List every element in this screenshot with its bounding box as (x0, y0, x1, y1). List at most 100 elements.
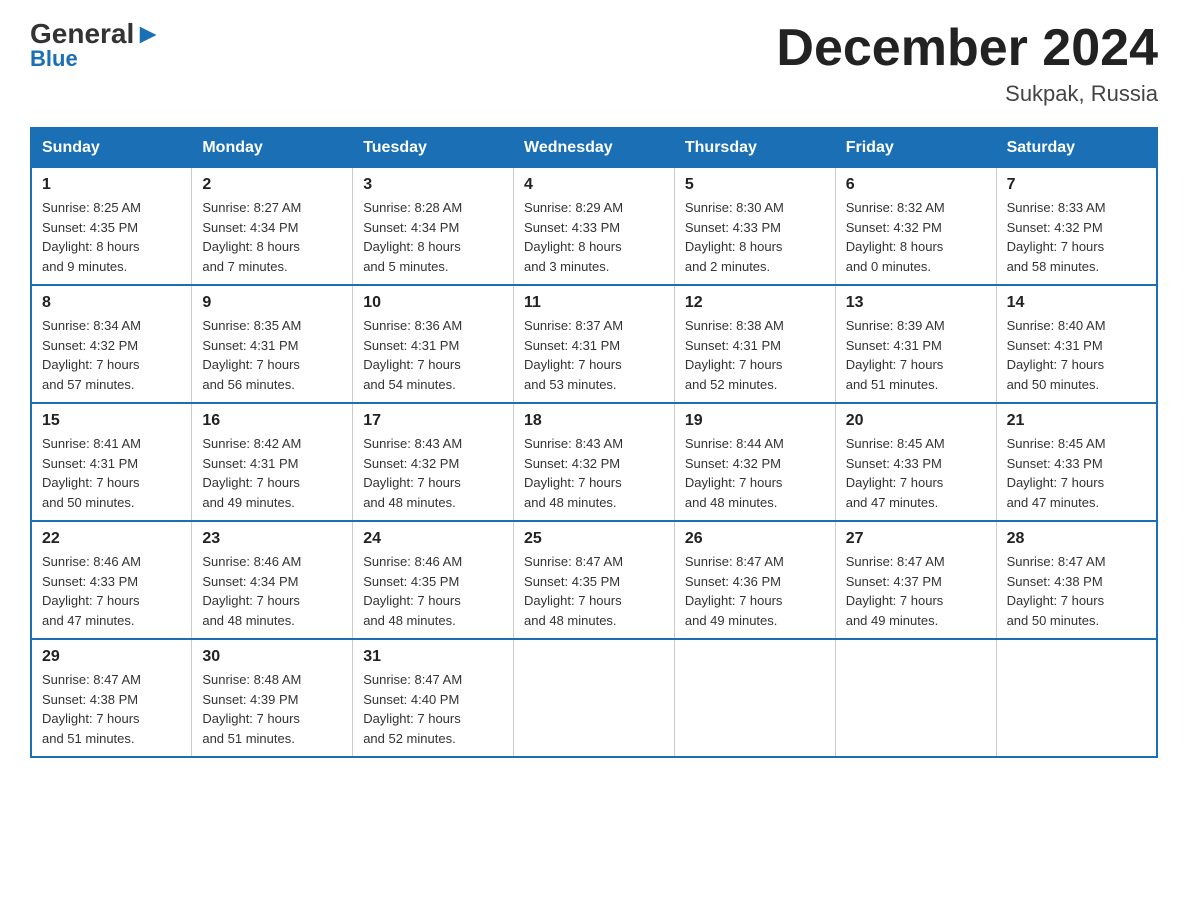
calendar-cell: 5 Sunrise: 8:30 AMSunset: 4:33 PMDaylight… (674, 168, 835, 286)
day-number: 22 (42, 530, 181, 548)
day-number: 7 (1007, 176, 1146, 194)
day-number: 3 (363, 176, 503, 194)
calendar-header-row: SundayMondayTuesdayWednesdayThursdayFrid… (31, 128, 1157, 168)
day-info: Sunrise: 8:45 AMSunset: 4:33 PMDaylight:… (1007, 434, 1146, 512)
day-number: 1 (42, 176, 181, 194)
day-info: Sunrise: 8:33 AMSunset: 4:32 PMDaylight:… (1007, 198, 1146, 276)
day-number: 18 (524, 412, 664, 430)
day-number: 6 (846, 176, 986, 194)
calendar-cell: 28 Sunrise: 8:47 AMSunset: 4:38 PMDayligh… (996, 521, 1157, 639)
logo-blue-text: Blue (30, 46, 78, 72)
day-number: 28 (1007, 530, 1146, 548)
day-info: Sunrise: 8:47 AMSunset: 4:36 PMDaylight:… (685, 552, 825, 630)
calendar-cell: 15Sunrise: 8:41 AMSunset: 4:31 PMDayligh… (31, 403, 192, 521)
calendar-cell: 29 Sunrise: 8:47 AMSunset: 4:38 PMDayligh… (31, 639, 192, 757)
title-area: December 2024 Sukpak, Russia (776, 20, 1158, 107)
day-number: 11 (524, 294, 664, 312)
calendar-cell: 13 Sunrise: 8:39 AMSunset: 4:31 PMDayligh… (835, 285, 996, 403)
calendar-cell (514, 639, 675, 757)
day-info: Sunrise: 8:29 AMSunset: 4:33 PMDaylight:… (524, 198, 664, 276)
day-info: Sunrise: 8:32 AMSunset: 4:32 PMDaylight:… (846, 198, 986, 276)
calendar-week-row: 1 Sunrise: 8:25 AMSunset: 4:35 PMDaylight… (31, 168, 1157, 286)
day-number: 20 (846, 412, 986, 430)
day-number: 14 (1007, 294, 1146, 312)
calendar-cell: 20 Sunrise: 8:45 AMSunset: 4:33 PMDayligh… (835, 403, 996, 521)
calendar-cell: 21 Sunrise: 8:45 AMSunset: 4:33 PMDayligh… (996, 403, 1157, 521)
calendar-cell (996, 639, 1157, 757)
logo: General► Blue (30, 20, 162, 72)
calendar-week-row: 22 Sunrise: 8:46 AMSunset: 4:33 PMDayligh… (31, 521, 1157, 639)
month-title: December 2024 (776, 20, 1158, 77)
calendar-cell: 18 Sunrise: 8:43 AMSunset: 4:32 PMDayligh… (514, 403, 675, 521)
location: Sukpak, Russia (776, 81, 1158, 107)
day-info: Sunrise: 8:34 AMSunset: 4:32 PMDaylight:… (42, 316, 181, 394)
day-number: 25 (524, 530, 664, 548)
day-number: 17 (363, 412, 503, 430)
day-info: Sunrise: 8:42 AMSunset: 4:31 PMDaylight:… (202, 434, 342, 512)
day-number: 16 (202, 412, 342, 430)
day-info: Sunrise: 8:46 AMSunset: 4:33 PMDaylight:… (42, 552, 181, 630)
day-number: 31 (363, 648, 503, 666)
calendar-header-wednesday: Wednesday (514, 128, 675, 168)
calendar-cell (835, 639, 996, 757)
calendar-cell: 17 Sunrise: 8:43 AMSunset: 4:32 PMDayligh… (353, 403, 514, 521)
day-number: 23 (202, 530, 342, 548)
day-number: 30 (202, 648, 342, 666)
calendar-cell: 14 Sunrise: 8:40 AMSunset: 4:31 PMDayligh… (996, 285, 1157, 403)
day-number: 2 (202, 176, 342, 194)
calendar-cell: 10 Sunrise: 8:36 AMSunset: 4:31 PMDayligh… (353, 285, 514, 403)
day-info: Sunrise: 8:47 AMSunset: 4:38 PMDaylight:… (42, 670, 181, 748)
day-number: 10 (363, 294, 503, 312)
day-info: Sunrise: 8:30 AMSunset: 4:33 PMDaylight:… (685, 198, 825, 276)
calendar-header-sunday: Sunday (31, 128, 192, 168)
calendar-week-row: 8 Sunrise: 8:34 AMSunset: 4:32 PMDaylight… (31, 285, 1157, 403)
day-info: Sunrise: 8:36 AMSunset: 4:31 PMDaylight:… (363, 316, 503, 394)
day-info: Sunrise: 8:43 AMSunset: 4:32 PMDaylight:… (363, 434, 503, 512)
day-info: Sunrise: 8:44 AMSunset: 4:32 PMDaylight:… (685, 434, 825, 512)
day-info: Sunrise: 8:47 AMSunset: 4:35 PMDaylight:… (524, 552, 664, 630)
day-info: Sunrise: 8:43 AMSunset: 4:32 PMDaylight:… (524, 434, 664, 512)
calendar-cell: 11 Sunrise: 8:37 AMSunset: 4:31 PMDayligh… (514, 285, 675, 403)
day-info: Sunrise: 8:25 AMSunset: 4:35 PMDaylight:… (42, 198, 181, 276)
day-info: Sunrise: 8:37 AMSunset: 4:31 PMDaylight:… (524, 316, 664, 394)
day-info: Sunrise: 8:35 AMSunset: 4:31 PMDaylight:… (202, 316, 342, 394)
calendar-cell: 31Sunrise: 8:47 AMSunset: 4:40 PMDayligh… (353, 639, 514, 757)
page-header: General► Blue December 2024 Sukpak, Russ… (30, 20, 1158, 107)
day-info: Sunrise: 8:28 AMSunset: 4:34 PMDaylight:… (363, 198, 503, 276)
day-number: 13 (846, 294, 986, 312)
calendar-header-friday: Friday (835, 128, 996, 168)
calendar-cell: 4 Sunrise: 8:29 AMSunset: 4:33 PMDaylight… (514, 168, 675, 286)
day-info: Sunrise: 8:38 AMSunset: 4:31 PMDaylight:… (685, 316, 825, 394)
day-info: Sunrise: 8:46 AMSunset: 4:34 PMDaylight:… (202, 552, 342, 630)
calendar-cell: 30Sunrise: 8:48 AMSunset: 4:39 PMDayligh… (192, 639, 353, 757)
calendar-cell: 12Sunrise: 8:38 AMSunset: 4:31 PMDayligh… (674, 285, 835, 403)
calendar-table: SundayMondayTuesdayWednesdayThursdayFrid… (30, 127, 1158, 758)
day-info: Sunrise: 8:47 AMSunset: 4:38 PMDaylight:… (1007, 552, 1146, 630)
calendar-header-saturday: Saturday (996, 128, 1157, 168)
day-number: 9 (202, 294, 342, 312)
calendar-cell: 19Sunrise: 8:44 AMSunset: 4:32 PMDayligh… (674, 403, 835, 521)
calendar-cell: 25 Sunrise: 8:47 AMSunset: 4:35 PMDayligh… (514, 521, 675, 639)
day-number: 8 (42, 294, 181, 312)
calendar-cell: 24 Sunrise: 8:46 AMSunset: 4:35 PMDayligh… (353, 521, 514, 639)
day-number: 29 (42, 648, 181, 666)
calendar-cell (674, 639, 835, 757)
day-info: Sunrise: 8:47 AMSunset: 4:37 PMDaylight:… (846, 552, 986, 630)
day-number: 15 (42, 412, 181, 430)
calendar-cell: 3 Sunrise: 8:28 AMSunset: 4:34 PMDaylight… (353, 168, 514, 286)
calendar-header-monday: Monday (192, 128, 353, 168)
day-number: 21 (1007, 412, 1146, 430)
calendar-cell: 27 Sunrise: 8:47 AMSunset: 4:37 PMDayligh… (835, 521, 996, 639)
calendar-cell: 16 Sunrise: 8:42 AMSunset: 4:31 PMDayligh… (192, 403, 353, 521)
day-info: Sunrise: 8:40 AMSunset: 4:31 PMDaylight:… (1007, 316, 1146, 394)
calendar-cell: 22 Sunrise: 8:46 AMSunset: 4:33 PMDayligh… (31, 521, 192, 639)
day-number: 27 (846, 530, 986, 548)
day-number: 4 (524, 176, 664, 194)
day-info: Sunrise: 8:45 AMSunset: 4:33 PMDaylight:… (846, 434, 986, 512)
calendar-cell: 23 Sunrise: 8:46 AMSunset: 4:34 PMDayligh… (192, 521, 353, 639)
day-number: 24 (363, 530, 503, 548)
day-info: Sunrise: 8:39 AMSunset: 4:31 PMDaylight:… (846, 316, 986, 394)
logo-general-text: General► (30, 20, 162, 48)
day-number: 5 (685, 176, 825, 194)
day-info: Sunrise: 8:46 AMSunset: 4:35 PMDaylight:… (363, 552, 503, 630)
